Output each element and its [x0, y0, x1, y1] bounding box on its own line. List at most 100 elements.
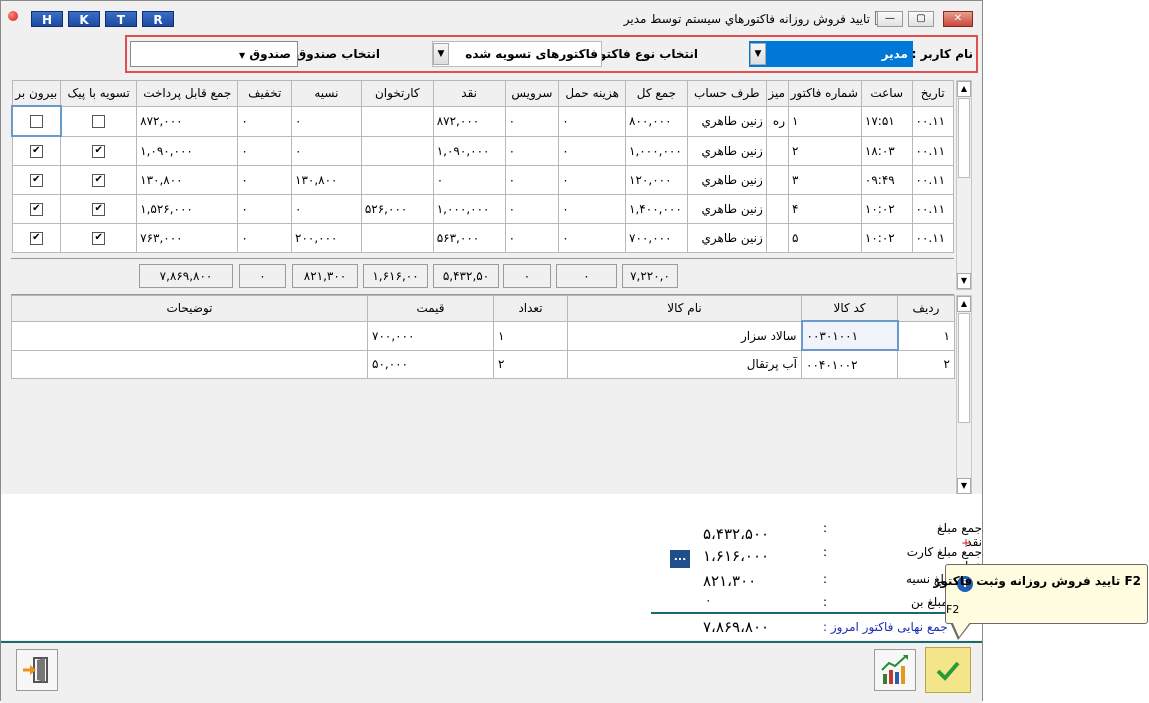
courier-checkbox[interactable]: ✔	[92, 203, 106, 216]
cell-total[interactable]: ۷۰۰,۰۰۰	[625, 223, 688, 253]
cell-date[interactable]: ۰۰.۱۱	[911, 165, 954, 195]
table-row[interactable]: ۱ ۰۰۳۰۱۰۰۱ سالاد سزار ۱ ۷۰۰,۰۰۰	[11, 320, 955, 351]
cell-number[interactable]: ۳	[788, 165, 862, 195]
cell-shipping[interactable]: ۰	[558, 194, 627, 224]
invoice-scrollbar[interactable]: ▲ ▼	[956, 80, 972, 290]
cell-total[interactable]: ۱,۰۰۰,۰۰۰	[625, 135, 688, 166]
cell-credit[interactable]: ۰	[291, 194, 362, 224]
cell-credit[interactable]: ۰	[291, 135, 362, 166]
chevron-down-icon[interactable]: ▼	[433, 43, 449, 65]
courier-checkbox[interactable]	[92, 115, 106, 128]
cell-takeout[interactable]: ✔	[11, 223, 62, 253]
takeout-checkbox[interactable]: ✔	[29, 145, 43, 158]
cell-service[interactable]: ۰	[504, 165, 560, 195]
column-header[interactable]: نسیه	[291, 80, 362, 107]
user-select[interactable]: ▼ مدیر	[749, 41, 913, 67]
column-header[interactable]: نقد	[432, 80, 506, 107]
cell-service[interactable]: ۰	[504, 223, 560, 253]
scroll-down-icon[interactable]: ▼	[957, 478, 971, 494]
column-header[interactable]: تسویه با پیک	[60, 80, 138, 107]
cell-discount[interactable]: ۰	[237, 165, 292, 195]
cell-shipping[interactable]: ۰	[558, 165, 627, 195]
cell-qty[interactable]: ۲	[493, 349, 568, 379]
cell-party[interactable]: زنین طاهري	[686, 105, 767, 137]
cell-shipping[interactable]: ۰	[558, 105, 627, 137]
column-header[interactable]: ساعت	[860, 80, 913, 107]
cell-card[interactable]: ۵۲۶,۰۰۰	[360, 194, 434, 224]
column-header[interactable]: سرویس	[504, 80, 560, 107]
scroll-down-icon[interactable]: ▼	[957, 273, 971, 289]
cell-cash[interactable]: ۱,۰۹۰,۰۰۰	[432, 135, 506, 166]
cell-name[interactable]: سالاد سزار	[567, 320, 802, 351]
cell-price[interactable]: ۷۰۰,۰۰۰	[367, 320, 494, 351]
table-row[interactable]: ۲ ۰۰۴۰۱۰۰۲ آب پرتقال ۲ ۵۰,۰۰۰	[11, 349, 955, 379]
cell-date[interactable]: ۰۰.۱۱	[911, 194, 954, 224]
cashbox-select[interactable]: صندوق ▼	[130, 41, 298, 67]
cell-card[interactable]	[360, 223, 434, 253]
cell-notes[interactable]	[11, 320, 368, 351]
report-button[interactable]	[874, 649, 916, 691]
cell-payable[interactable]: ۱,۵۲۶,۰۰۰	[136, 194, 239, 224]
cell-credit[interactable]: ۲۰۰,۰۰۰	[291, 223, 362, 253]
scroll-thumb[interactable]	[958, 313, 970, 423]
scroll-up-icon[interactable]: ▲	[957, 296, 971, 312]
cell-time[interactable]: ۱۸:۰۳	[860, 135, 913, 166]
cell-total[interactable]: ۱۲۰,۰۰۰	[625, 165, 688, 195]
cell-table[interactable]	[765, 135, 790, 166]
chevron-down-icon[interactable]: ▼	[239, 51, 245, 60]
cell-row[interactable]: ۱	[897, 320, 955, 351]
cell-discount[interactable]: ۰	[237, 135, 292, 166]
cell-payable[interactable]: ۱,۰۹۰,۰۰۰	[136, 135, 239, 166]
cell-table[interactable]: ره ۱	[765, 105, 790, 137]
column-header[interactable]: کد کالا	[801, 295, 898, 322]
minimize-button[interactable]: —	[877, 11, 903, 27]
takeout-checkbox[interactable]: ✔	[29, 203, 43, 216]
table-row[interactable]: ۰۰.۱۱ ۱۰:۰۲ ۴ زنین طاهري ۱,۴۰۰,۰۰۰ ۰ ۰ ۱…	[11, 194, 954, 224]
cell-payable[interactable]: ۷۶۳,۰۰۰	[136, 223, 239, 253]
table-row[interactable]: ۰۰.۱۱ ۱۸:۰۳ ۲ زنین طاهري ۱,۰۰۰,۰۰۰ ۰ ۰ ۱…	[11, 135, 954, 166]
cell-card[interactable]	[360, 135, 434, 166]
cell-courier[interactable]: ✔	[60, 223, 138, 253]
cell-shipping[interactable]: ۰	[558, 223, 627, 253]
cell-cash[interactable]: ۱,۰۰۰,۰۰۰	[432, 194, 506, 224]
column-header[interactable]: توضیحات	[11, 295, 368, 322]
courier-checkbox[interactable]: ✔	[92, 144, 106, 158]
table-row[interactable]: ۰۰.۱۱ ۱۷:۵۱ ۱ ره ۱ زنین طاهري ۸۰۰,۰۰۰ ۰ …	[11, 105, 954, 137]
cell-takeout[interactable]: ✔	[11, 194, 62, 224]
scroll-up-icon[interactable]: ▲	[957, 81, 971, 97]
cell-service[interactable]: ۰	[504, 105, 560, 137]
cell-service[interactable]: ۰	[504, 194, 560, 224]
cell-card[interactable]	[360, 165, 434, 195]
quick-button-r[interactable]: R	[142, 11, 174, 27]
cell-time[interactable]: ۱۷:۵۱	[860, 105, 913, 137]
takeout-checkbox[interactable]	[29, 115, 43, 128]
cell-number[interactable]: ۵	[788, 223, 862, 253]
cell-time[interactable]: ۱۰:۰۲	[860, 194, 913, 224]
cell-card[interactable]	[360, 105, 434, 137]
column-header[interactable]: بیرون بر	[11, 80, 62, 107]
column-header[interactable]: تخفیف	[237, 80, 292, 107]
column-header[interactable]: میز	[765, 80, 790, 107]
cell-party[interactable]: زنین طاهري	[686, 194, 767, 224]
cell-table[interactable]	[765, 194, 790, 224]
cell-payable[interactable]: ۱۳۰,۸۰۰	[136, 165, 239, 195]
cell-date[interactable]: ۰۰.۱۱	[911, 105, 954, 137]
cell-code[interactable]: ۰۰۴۰۱۰۰۲	[801, 349, 898, 379]
column-header[interactable]: طرف حساب	[686, 80, 767, 107]
cell-courier[interactable]: ✔	[60, 135, 138, 166]
cell-number[interactable]: ۴	[788, 194, 862, 224]
cell-row[interactable]: ۲	[897, 349, 955, 379]
cell-service[interactable]: ۰	[504, 135, 560, 166]
cell-qty[interactable]: ۱	[493, 320, 568, 351]
cell-date[interactable]: ۰۰.۱۱	[911, 135, 954, 166]
cell-discount[interactable]: ۰	[237, 223, 292, 253]
column-header[interactable]: جمع کل	[625, 80, 688, 107]
cell-party[interactable]: زنین طاهري	[686, 165, 767, 195]
courier-checkbox[interactable]: ✔	[92, 174, 106, 187]
quick-button-h[interactable]: H	[31, 11, 63, 27]
cell-takeout[interactable]: ✔	[11, 135, 62, 166]
cell-time[interactable]: ۰۹:۴۹	[860, 165, 913, 195]
invoice-type-select[interactable]: ▼ فاکتورهای تسویه شده	[432, 41, 602, 67]
cell-shipping[interactable]: ۰	[558, 135, 627, 166]
cell-party[interactable]: زنین طاهري	[686, 135, 767, 166]
